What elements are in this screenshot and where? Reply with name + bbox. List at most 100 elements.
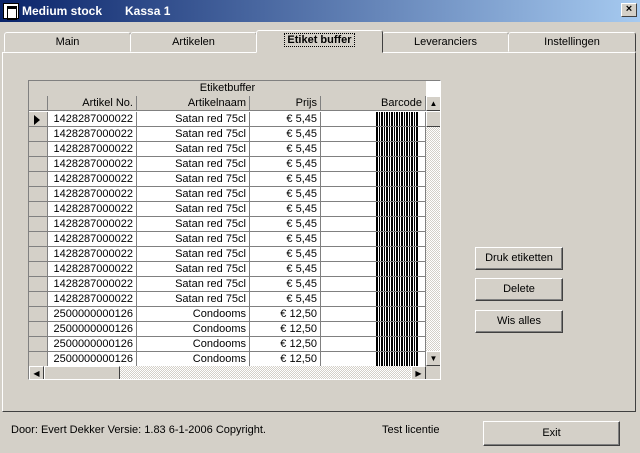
cell-artikel-no[interactable]: 1428287000022 — [48, 277, 137, 292]
cell-artikel-no[interactable]: 1428287000022 — [48, 232, 137, 247]
row-indicator[interactable] — [29, 217, 48, 232]
cell-artikelnaam[interactable]: Satan red 75cl — [137, 202, 250, 217]
table-row[interactable]: 1428287000022 Satan red 75cl € 5,45 — [29, 157, 426, 172]
table-row[interactable]: 1428287000022 Satan red 75cl € 5,45 — [29, 217, 426, 232]
row-indicator[interactable] — [29, 157, 48, 172]
scroll-up-button[interactable]: ▲ — [426, 96, 440, 111]
cell-barcode[interactable] — [321, 157, 426, 172]
table-row[interactable]: 1428287000022 Satan red 75cl € 5,45 — [29, 187, 426, 202]
cell-prijs[interactable]: € 5,45 — [250, 187, 321, 202]
etiketbuffer-grid[interactable]: Etiketbuffer Artikel No. Artikelnaam Pri… — [28, 80, 441, 380]
cell-barcode[interactable] — [321, 127, 426, 142]
column-header-artikel-no[interactable]: Artikel No. — [48, 96, 137, 111]
row-indicator[interactable] — [29, 277, 48, 292]
cell-artikel-no[interactable]: 2500000000126 — [48, 352, 137, 366]
cell-barcode[interactable] — [321, 292, 426, 307]
cell-artikel-no[interactable]: 1428287000022 — [48, 142, 137, 157]
table-row[interactable]: 1428287000022 Satan red 75cl € 5,45 — [29, 292, 426, 307]
delete-button[interactable]: Delete — [475, 278, 563, 301]
cell-artikelnaam[interactable]: Satan red 75cl — [137, 262, 250, 277]
cell-prijs[interactable]: € 5,45 — [250, 217, 321, 232]
cell-prijs[interactable]: € 5,45 — [250, 127, 321, 142]
row-indicator[interactable] — [29, 337, 48, 352]
cell-barcode[interactable] — [321, 337, 426, 352]
table-row[interactable]: 1428287000022 Satan red 75cl € 5,45 — [29, 247, 426, 262]
cell-artikel-no[interactable]: 1428287000022 — [48, 157, 137, 172]
cell-barcode[interactable] — [321, 232, 426, 247]
wis-alles-button[interactable]: Wis alles — [475, 310, 563, 333]
table-row[interactable]: 1428287000022 Satan red 75cl € 5,45 — [29, 262, 426, 277]
table-row[interactable]: 2500000000126 Condooms € 12,50 — [29, 322, 426, 337]
cell-barcode[interactable] — [321, 202, 426, 217]
table-row[interactable]: 2500000000126 Condooms € 12,50 — [29, 307, 426, 322]
table-row[interactable]: 2500000000126 Condooms € 12,50 — [29, 337, 426, 352]
cell-artikel-no[interactable]: 2500000000126 — [48, 322, 137, 337]
cell-prijs[interactable]: € 12,50 — [250, 307, 321, 322]
cell-artikelnaam[interactable]: Satan red 75cl — [137, 112, 250, 127]
row-indicator[interactable] — [29, 352, 48, 366]
table-row[interactable]: 1428287000022 Satan red 75cl € 5,45 — [29, 127, 426, 142]
table-row[interactable]: 1428287000022 Satan red 75cl € 5,45 — [29, 142, 426, 157]
row-indicator[interactable] — [29, 292, 48, 307]
cell-artikelnaam[interactable]: Satan red 75cl — [137, 187, 250, 202]
cell-artikel-no[interactable]: 1428287000022 — [48, 202, 137, 217]
table-row[interactable]: 2500000000126 Condooms € 12,50 — [29, 352, 426, 366]
cell-artikel-no[interactable]: 1428287000022 — [48, 187, 137, 202]
cell-barcode[interactable] — [321, 142, 426, 157]
cell-barcode[interactable] — [321, 112, 426, 127]
cell-artikelnaam[interactable]: Condooms — [137, 337, 250, 352]
vertical-scrollbar[interactable]: ▲ ▼ — [426, 96, 440, 366]
row-indicator[interactable] — [29, 307, 48, 322]
row-indicator[interactable] — [29, 127, 48, 142]
cell-artikel-no[interactable]: 1428287000022 — [48, 127, 137, 142]
row-indicator[interactable] — [29, 202, 48, 217]
table-row[interactable]: 1428287000022 Satan red 75cl € 5,45 — [29, 112, 426, 127]
cell-artikelnaam[interactable]: Condooms — [137, 352, 250, 366]
cell-artikel-no[interactable]: 1428287000022 — [48, 112, 137, 127]
tab-artikelen[interactable]: Artikelen — [130, 32, 257, 52]
cell-prijs[interactable]: € 5,45 — [250, 172, 321, 187]
cell-artikel-no[interactable]: 2500000000126 — [48, 307, 137, 322]
cell-prijs[interactable]: € 5,45 — [250, 157, 321, 172]
scroll-right-button[interactable]: ▶ — [411, 366, 426, 379]
column-header-prijs[interactable]: Prijs — [250, 96, 321, 111]
cell-prijs[interactable]: € 12,50 — [250, 322, 321, 337]
vertical-scroll-thumb[interactable] — [426, 111, 440, 127]
cell-artikelnaam[interactable]: Satan red 75cl — [137, 247, 250, 262]
cell-artikel-no[interactable]: 1428287000022 — [48, 172, 137, 187]
cell-barcode[interactable] — [321, 262, 426, 277]
cell-artikelnaam[interactable]: Satan red 75cl — [137, 292, 250, 307]
cell-barcode[interactable] — [321, 247, 426, 262]
row-indicator[interactable] — [29, 142, 48, 157]
cell-artikelnaam[interactable]: Satan red 75cl — [137, 232, 250, 247]
row-indicator[interactable] — [29, 187, 48, 202]
column-header-artikelnaam[interactable]: Artikelnaam — [137, 96, 250, 111]
row-indicator[interactable] — [29, 232, 48, 247]
exit-button[interactable]: Exit — [483, 421, 620, 446]
column-header-barcode[interactable]: Barcode — [321, 96, 426, 111]
druk-etiketten-button[interactable]: Druk etiketten — [475, 247, 563, 270]
cell-prijs[interactable]: € 12,50 — [250, 352, 321, 366]
close-button[interactable]: × — [621, 3, 637, 17]
cell-prijs[interactable]: € 5,45 — [250, 202, 321, 217]
row-indicator[interactable] — [29, 322, 48, 337]
cell-barcode[interactable] — [321, 322, 426, 337]
cell-prijs[interactable]: € 5,45 — [250, 262, 321, 277]
cell-prijs[interactable]: € 5,45 — [250, 232, 321, 247]
cell-artikel-no[interactable]: 1428287000022 — [48, 292, 137, 307]
cell-artikelnaam[interactable]: Satan red 75cl — [137, 157, 250, 172]
cell-prijs[interactable]: € 5,45 — [250, 247, 321, 262]
cell-prijs[interactable]: € 12,50 — [250, 337, 321, 352]
cell-artikelnaam[interactable]: Satan red 75cl — [137, 142, 250, 157]
table-row[interactable]: 1428287000022 Satan red 75cl € 5,45 — [29, 277, 426, 292]
cell-artikelnaam[interactable]: Satan red 75cl — [137, 217, 250, 232]
row-indicator[interactable] — [29, 112, 48, 127]
row-indicator[interactable] — [29, 172, 48, 187]
cell-artikelnaam[interactable]: Satan red 75cl — [137, 277, 250, 292]
cell-artikel-no[interactable]: 1428287000022 — [48, 262, 137, 277]
table-row[interactable]: 1428287000022 Satan red 75cl € 5,45 — [29, 232, 426, 247]
cell-artikelnaam[interactable]: Satan red 75cl — [137, 172, 250, 187]
cell-prijs[interactable]: € 5,45 — [250, 277, 321, 292]
scroll-left-button[interactable]: ◀ — [29, 366, 44, 379]
cell-barcode[interactable] — [321, 217, 426, 232]
